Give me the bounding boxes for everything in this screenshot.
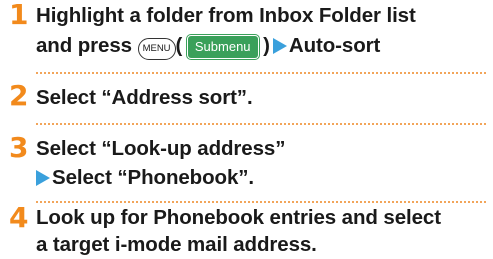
right-triangle-icon <box>36 170 50 186</box>
step-4-line-2: a target i-mode mail address. <box>36 233 317 256</box>
submenu-softkey: Submenu <box>185 34 260 60</box>
step-2-line-1: Select “Address sort”. <box>36 86 253 109</box>
step-4-line-1: Look up for Phonebook entries and select <box>36 206 441 229</box>
paren-close: ) <box>263 34 270 57</box>
step-number: 4 <box>9 201 29 234</box>
right-triangle-icon <box>272 38 287 54</box>
step-number: 3 <box>9 131 29 164</box>
step-3-line-1: Select “Look-up address” <box>36 137 286 160</box>
step-1-line-2: and press MENU( Submenu ) Auto-sort <box>36 34 380 60</box>
step-1-text-and-press: and press <box>36 34 132 57</box>
separator <box>36 201 486 203</box>
menu-key-icon: MENU <box>137 38 176 60</box>
paren-open: ( <box>175 34 183 57</box>
step-number: 1 <box>9 0 29 31</box>
step-3-text-select-phonebook: Select “Phonebook”. <box>52 166 254 189</box>
separator <box>36 123 486 125</box>
step-3-line-2: Select “Phonebook”. <box>36 166 254 190</box>
separator <box>36 72 486 74</box>
step-1-text-auto-sort: Auto-sort <box>288 34 381 57</box>
step-1-line-1: Highlight a folder from Inbox Folder lis… <box>36 4 416 27</box>
step-number: 2 <box>9 79 29 112</box>
